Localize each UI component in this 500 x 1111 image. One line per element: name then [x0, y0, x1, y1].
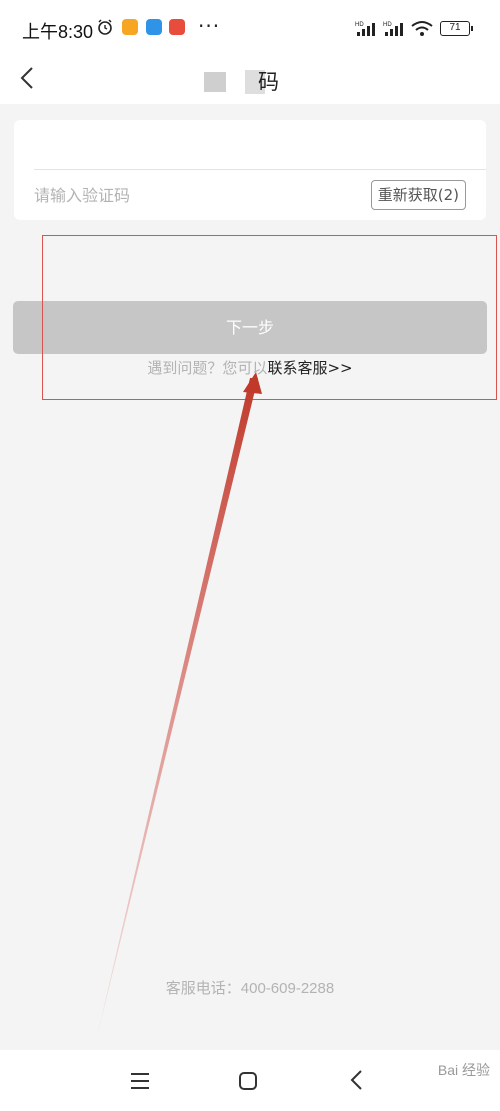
baidu-watermark: Bai 经验: [437, 1062, 490, 1078]
customer-service-phone: 客服电话：400-609-2288: [165, 980, 335, 997]
home-icon[interactable]: [238, 1071, 258, 1091]
system-navigation-bar: Bai 经验: [0, 1050, 500, 1111]
menu-icon[interactable]: [130, 1072, 150, 1090]
system-back-icon[interactable]: [348, 1069, 366, 1091]
annotation-arrow-icon: [95, 372, 262, 1045]
footer: 客服电话：400-609-2288: [0, 977, 500, 998]
